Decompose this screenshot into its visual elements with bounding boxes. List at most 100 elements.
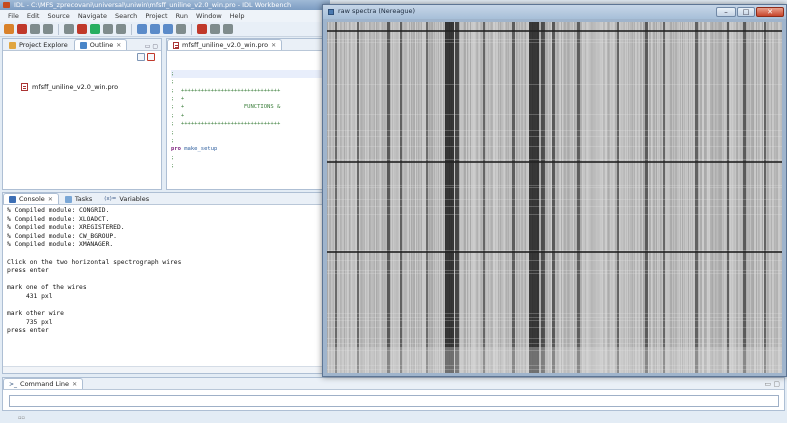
- spectra-window-title: raw spectra (Nereague): [338, 7, 416, 15]
- console-line: press enter: [7, 267, 49, 275]
- menu-help[interactable]: Help: [226, 12, 249, 20]
- tab-project-explorer-label: Project Explore: [19, 41, 68, 49]
- tab-command-line[interactable]: >_ Command Line ✕: [3, 378, 84, 389]
- menu-edit[interactable]: Edit: [23, 12, 44, 20]
- save-all-icon[interactable]: [30, 24, 40, 34]
- view-menu-icon[interactable]: [147, 53, 155, 61]
- tab-outline-label: Outline: [89, 41, 114, 49]
- close-icon[interactable]: ✕: [271, 42, 276, 49]
- step-into-icon[interactable]: [150, 24, 160, 34]
- step-over-icon[interactable]: [137, 24, 147, 34]
- code-line: ;: [171, 163, 175, 170]
- tab-console[interactable]: Console ✕: [3, 193, 59, 204]
- menu-run[interactable]: Run: [172, 12, 192, 20]
- forward-icon[interactable]: [223, 24, 233, 34]
- close-icon[interactable]: ✕: [116, 42, 121, 49]
- console-line: mark one of the wires: [7, 284, 87, 292]
- code-line: ; +: [171, 112, 185, 119]
- folder-icon: [9, 41, 16, 49]
- console-line: % Compiled module: CW_BGROUP.: [7, 232, 117, 240]
- menu-search[interactable]: Search: [111, 12, 141, 20]
- close-icon[interactable]: ✕: [48, 196, 53, 203]
- console-panel: Console ✕ Tasks (x)= Variables % Compile…: [2, 192, 326, 374]
- pro-declaration-line: pro make_setup: [171, 145, 325, 153]
- back-icon[interactable]: [210, 24, 220, 34]
- idl-app-icon: [3, 2, 10, 8]
- window-icon: [328, 9, 334, 15]
- close-icon[interactable]: ✕: [72, 381, 77, 388]
- outline-tools: [137, 53, 157, 63]
- minimize-button[interactable]: –: [716, 7, 736, 17]
- sort-icon[interactable]: [137, 53, 145, 61]
- workbench-titlebar[interactable]: IDL - C:\MFS_zprecovani\universal\uniwin…: [0, 0, 330, 10]
- terminate-icon[interactable]: [176, 24, 186, 34]
- menu-navigate[interactable]: Navigate: [74, 12, 111, 20]
- spectra-window-titlebar[interactable]: raw spectra (Nereague) – □ ✕: [323, 5, 786, 19]
- console-line: % Compiled module: XLOADCT.: [7, 215, 110, 223]
- tab-project-explorer[interactable]: Project Explore: [3, 39, 74, 50]
- tab-variables[interactable]: (x)= Variables: [98, 193, 155, 204]
- toolbar-separator: [191, 23, 192, 35]
- command-line-input[interactable]: [9, 395, 779, 407]
- menu-source[interactable]: Source: [43, 12, 73, 20]
- pro-file-icon: [173, 41, 179, 49]
- spectra-image[interactable]: [327, 22, 782, 373]
- step-return-icon[interactable]: [163, 24, 173, 34]
- menu-file[interactable]: File: [4, 12, 23, 20]
- print-icon[interactable]: [43, 24, 53, 34]
- tab-console-label: Console: [19, 195, 45, 203]
- maximize-button[interactable]: □: [737, 7, 755, 17]
- code-line: ;: [171, 154, 175, 161]
- pro-keyword: pro: [171, 146, 181, 153]
- project-panel-tabs: Project Explore Outline ✕ ▭ ▢: [3, 39, 161, 51]
- tasks-icon: [64, 195, 72, 203]
- workbench-title: IDL - C:\MFS_zprecovani\universal\uniwin…: [14, 1, 292, 9]
- debug-icon[interactable]: [77, 24, 87, 34]
- variables-icon: (x)=: [104, 196, 117, 202]
- pro-file-icon: [21, 83, 28, 91]
- console-horizontal-scrollbar[interactable]: [3, 366, 325, 373]
- outline-icon: [79, 41, 87, 49]
- outline-file-label: mfsff_uniline_v2.0_win.pro: [32, 83, 119, 91]
- spectra-image-graphic: [327, 22, 782, 373]
- menu-window[interactable]: Window: [192, 12, 226, 20]
- step-icon[interactable]: [103, 24, 113, 34]
- outline-file-item[interactable]: mfsff_uniline_v2.0_win.pro: [21, 83, 118, 91]
- console-tabs: Console ✕ Tasks (x)= Variables: [3, 193, 325, 205]
- pin-icon[interactable]: [197, 24, 207, 34]
- resume-icon[interactable]: [116, 24, 126, 34]
- console-output[interactable]: % Compiled module: CONGRID.% Compiled mo…: [7, 207, 325, 369]
- console-line: % Compiled module: XREGISTERED.: [7, 224, 125, 232]
- command-line-icon: >_: [9, 380, 18, 388]
- tab-editor-file[interactable]: mfsff_uniline_v2.0_win.pro ✕: [167, 39, 283, 50]
- console-line: mark other wire: [7, 310, 64, 318]
- command-line-tabs: >_ Command Line ✕: [3, 378, 784, 390]
- minimize-maximize-icon[interactable]: ▭ ▢: [765, 380, 780, 388]
- close-button[interactable]: ✕: [756, 7, 784, 17]
- tab-tasks-label: Tasks: [74, 195, 93, 203]
- toolbar-separator: [131, 23, 132, 35]
- save-icon[interactable]: [17, 24, 27, 34]
- code-area[interactable]: ;;; ++++++++++++++++++++++++++++++; +; +…: [171, 53, 325, 188]
- code-editor: mfsff_uniline_v2.0_win.pro ✕ ;; ; +++++++…: [166, 38, 326, 190]
- editor-tabs: mfsff_uniline_v2.0_win.pro ✕: [167, 39, 325, 51]
- build-icon[interactable]: [64, 24, 74, 34]
- editor-tab-label: mfsff_uniline_v2.0_win.pro: [182, 41, 269, 49]
- code-line: ;: [171, 138, 175, 145]
- toolbar-separator: [58, 23, 59, 35]
- console-line: Click on the two horizontal spectrograph…: [7, 258, 182, 266]
- tab-tasks[interactable]: Tasks: [59, 193, 98, 204]
- console-line: 431 pxl: [7, 292, 53, 300]
- status-indicator-icon: ▫▫: [18, 415, 25, 421]
- new-file-icon[interactable]: [4, 24, 14, 34]
- run-icon[interactable]: [90, 24, 100, 34]
- console-line: press enter: [7, 327, 49, 335]
- minimize-view-icon[interactable]: ▭ ▢: [145, 43, 158, 50]
- console-line: % Compiled module: XMANAGER.: [7, 241, 114, 249]
- tab-outline[interactable]: Outline ✕: [73, 39, 128, 50]
- menu-project[interactable]: Project: [141, 12, 171, 20]
- code-line: ; ++++++++++++++++++++++++++++++: [171, 87, 281, 94]
